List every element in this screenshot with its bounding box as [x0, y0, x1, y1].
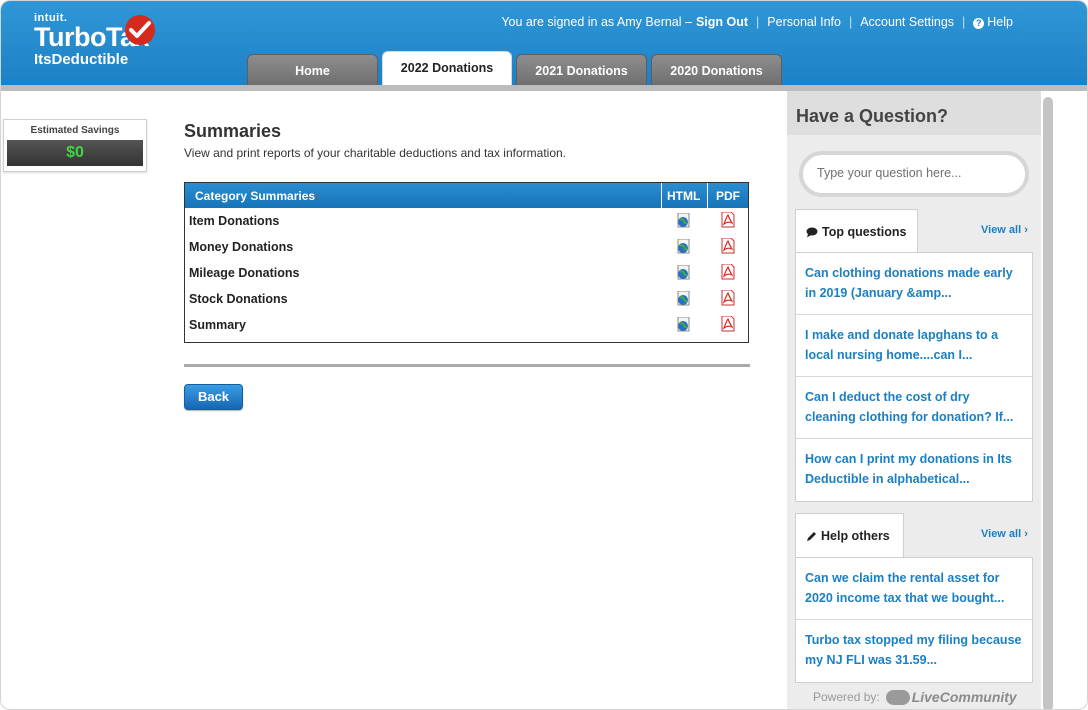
sign-out-link[interactable]: Sign Out: [696, 15, 748, 29]
powered-by-label: Powered by:: [813, 690, 880, 704]
chevron-right-icon: ›: [1024, 224, 1028, 236]
livecommunity-brand: LiveCommunity: [911, 689, 1017, 705]
table-row-summary: Summary: [189, 318, 246, 332]
app-window: intuit. TurboTax ItsDeductible You are s…: [0, 0, 1088, 710]
pdf-report-icon[interactable]: [721, 290, 735, 306]
table-header-label: Category Summaries: [195, 189, 316, 203]
html-report-icon[interactable]: [677, 265, 690, 280]
help-label: Help: [987, 15, 1013, 29]
sidebar-title: Have a Question?: [796, 106, 949, 126]
tab-help-others[interactable]: Help others: [795, 513, 904, 557]
view-all-label: View all: [981, 224, 1022, 236]
column-divider: [707, 183, 708, 208]
html-report-icon[interactable]: [677, 317, 690, 332]
chevron-right-icon: ›: [1024, 528, 1028, 540]
pdf-report-icon[interactable]: [721, 264, 735, 280]
html-report-icon[interactable]: [677, 239, 690, 254]
tab-2022-donations[interactable]: 2022 Donations: [382, 51, 512, 86]
tab-top-questions[interactable]: Top questions: [795, 209, 918, 253]
question-search-box: [799, 151, 1029, 197]
sidebar-scrollbar[interactable]: [1043, 97, 1053, 709]
question-link[interactable]: Can clothing donations made early in 201…: [796, 253, 1032, 315]
help-icon: ?: [973, 18, 985, 29]
account-links: You are signed in as Amy Bernal – Sign O…: [501, 15, 1013, 29]
pencil-icon: [807, 531, 816, 541]
pdf-report-icon[interactable]: [721, 316, 735, 332]
estimated-savings-value: $0: [7, 140, 143, 166]
question-link[interactable]: Can we claim the rental asset for 2020 i…: [796, 558, 1032, 620]
help-link[interactable]: ? Help: [973, 15, 1013, 29]
category-summaries-table: Category Summaries HTML PDF Item Donatio…: [184, 182, 749, 343]
estimated-savings-box: Estimated Savings $0: [3, 119, 147, 172]
turbotax-check-icon: [125, 15, 155, 45]
question-search-input[interactable]: [817, 155, 1017, 191]
account-settings-link[interactable]: Account Settings: [860, 15, 954, 29]
column-pdf-header: PDF: [716, 189, 740, 203]
tab-home[interactable]: Home: [247, 54, 378, 86]
section-divider: [184, 364, 750, 367]
livecommunity-logo-icon: [885, 689, 910, 705]
question-link[interactable]: Turbo tax stopped my filing because my N…: [796, 620, 1032, 682]
question-link[interactable]: I make and donate lapghans to a local nu…: [796, 315, 1032, 377]
tab-2020-donations[interactable]: 2020 Donations: [651, 54, 782, 86]
top-questions-list: Can clothing donations made early in 201…: [795, 252, 1033, 502]
help-others-view-all-link[interactable]: View all ›: [981, 528, 1028, 540]
page-title: Summaries: [184, 121, 282, 141]
help-others-label: Help others: [821, 529, 890, 543]
column-html-header: HTML: [667, 189, 701, 203]
tab-2021-donations[interactable]: 2021 Donations: [516, 54, 647, 86]
top-questions-label: Top questions: [822, 225, 907, 239]
itsdeductible-wordmark: ItsDeductible: [34, 51, 129, 68]
view-all-label: View all: [981, 528, 1022, 540]
personal-info-link[interactable]: Personal Info: [767, 15, 841, 29]
table-row-mileage-donations: Mileage Donations: [189, 266, 300, 280]
column-divider: [661, 183, 662, 208]
html-report-icon[interactable]: [677, 213, 690, 228]
link-separator: |: [962, 15, 966, 29]
powered-by: Powered by: LiveCommunity: [813, 689, 1017, 705]
help-others-list: Can we claim the rental asset for 2020 i…: [795, 557, 1033, 683]
table-row-stock-donations: Stock Donations: [189, 292, 288, 306]
question-link[interactable]: How can I print my donations in Its Dedu…: [796, 439, 1032, 501]
top-questions-view-all-link[interactable]: View all ›: [981, 224, 1028, 236]
pdf-report-icon[interactable]: [721, 212, 735, 228]
table-row-item-donations: Item Donations: [189, 214, 280, 228]
page-subtitle: View and print reports of your charitabl…: [184, 146, 566, 160]
html-report-icon[interactable]: [677, 291, 690, 306]
header: intuit. TurboTax ItsDeductible You are s…: [1, 1, 1087, 91]
sidebar-header: Have a Question?: [787, 91, 1041, 135]
link-separator: |: [848, 15, 853, 29]
table-header: Category Summaries HTML PDF: [185, 183, 748, 208]
pdf-report-icon[interactable]: [721, 238, 735, 254]
help-sidebar: Have a Question? Top questions View all …: [787, 91, 1041, 709]
back-button[interactable]: Back: [184, 384, 243, 410]
question-link[interactable]: Can I deduct the cost of dry cleaning cl…: [796, 377, 1032, 439]
signed-in-text: You are signed in as Amy Bernal –: [501, 15, 692, 29]
speech-bubble-icon: [806, 227, 818, 237]
estimated-savings-label: Estimated Savings: [30, 125, 120, 136]
table-row-money-donations: Money Donations: [189, 240, 294, 254]
link-separator: |: [756, 15, 760, 29]
